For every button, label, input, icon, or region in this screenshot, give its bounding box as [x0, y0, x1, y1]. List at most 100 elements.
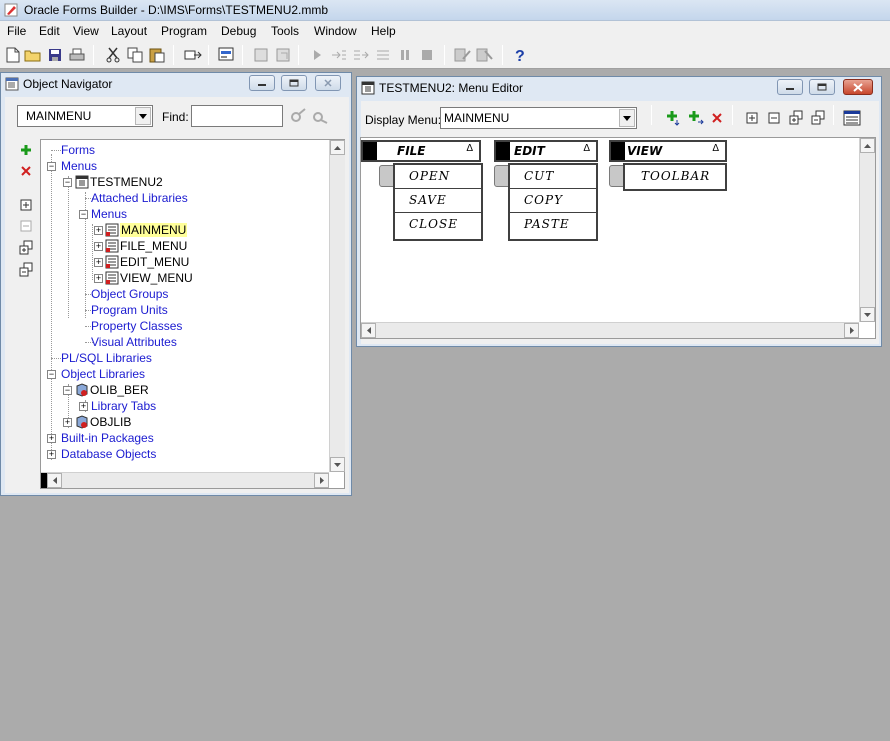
- disconnect-icon[interactable]: [476, 46, 494, 64]
- collapse-icon[interactable]: −: [79, 210, 88, 219]
- tree-menus-sub[interactable]: Menus: [91, 207, 127, 221]
- expand-all-icon[interactable]: [18, 240, 34, 256]
- minimize-button[interactable]: [777, 79, 803, 95]
- tree-file-menu[interactable]: FILE_MENU: [120, 239, 187, 253]
- tree-objlib[interactable]: OBJLIB: [90, 415, 131, 429]
- tree-menus[interactable]: Menus: [61, 159, 97, 173]
- print-icon[interactable]: [68, 46, 86, 64]
- menu-item-toolbar[interactable]: TOOLBAR: [625, 165, 725, 189]
- collapse-icon[interactable]: −: [47, 162, 56, 171]
- scroll-right-icon[interactable]: [314, 473, 329, 488]
- delete-icon[interactable]: [708, 109, 726, 127]
- scroll-down-icon[interactable]: [330, 457, 345, 472]
- canvas-vertical-scrollbar[interactable]: [859, 138, 875, 322]
- triangle-up-icon[interactable]: Δ: [466, 143, 473, 154]
- triangle-up-icon[interactable]: Δ: [712, 143, 719, 154]
- display-menu-combo[interactable]: MAINMENU: [440, 107, 637, 129]
- connect-icon[interactable]: [454, 46, 472, 64]
- paste-icon[interactable]: [148, 46, 166, 64]
- close-button-disabled[interactable]: [315, 75, 341, 91]
- switch-orientation-icon[interactable]: [843, 109, 861, 127]
- copy-icon[interactable]: [126, 46, 144, 64]
- scroll-left-icon[interactable]: [361, 323, 376, 338]
- tree-edit-menu[interactable]: EDIT_MENU: [120, 255, 189, 269]
- create-down-icon[interactable]: [665, 109, 683, 127]
- expand-icon[interactable]: +: [94, 258, 103, 267]
- run-web-icon[interactable]: [274, 46, 292, 64]
- tree-view-menu[interactable]: VIEW_MENU: [120, 271, 193, 285]
- tree-olib-ber[interactable]: OLIB_BER: [90, 383, 149, 397]
- expand-icon[interactable]: +: [47, 450, 56, 459]
- expand-icon[interactable]: +: [47, 434, 56, 443]
- tree-plsql-libraries[interactable]: PL/SQL Libraries: [61, 351, 152, 365]
- expand-icon[interactable]: +: [63, 418, 72, 427]
- triangle-up-icon[interactable]: Δ: [583, 143, 590, 154]
- menu-tools[interactable]: Tools: [270, 24, 300, 38]
- run-form-icon[interactable]: [218, 46, 236, 64]
- tree-horizontal-scrollbar[interactable]: [41, 472, 329, 488]
- find-input[interactable]: [191, 105, 283, 127]
- expand-icon[interactable]: +: [94, 226, 103, 235]
- tree-object-groups[interactable]: Object Groups: [91, 287, 168, 301]
- chevron-down-icon[interactable]: [135, 107, 151, 125]
- open-icon[interactable]: [24, 46, 42, 64]
- collapse-icon[interactable]: −: [47, 370, 56, 379]
- menu-header-view[interactable]: VIEW Δ: [609, 140, 727, 162]
- menu-edit[interactable]: Edit: [38, 24, 61, 38]
- menu-view[interactable]: View: [72, 24, 100, 38]
- menu-debug[interactable]: Debug: [220, 24, 257, 38]
- tree-database-objects[interactable]: Database Objects: [61, 447, 156, 461]
- collapse-icon[interactable]: [765, 109, 783, 127]
- menu-item-open[interactable]: OPEN: [395, 165, 481, 189]
- menu-header-file[interactable]: FILE Δ: [361, 140, 481, 162]
- collapse-all-icon[interactable]: [18, 262, 34, 278]
- tree-mainmenu[interactable]: MAINMENU: [120, 223, 188, 237]
- compile-icon[interactable]: [184, 46, 202, 64]
- scroll-up-icon[interactable]: [330, 140, 345, 155]
- expand-icon[interactable]: [743, 109, 761, 127]
- menu-file[interactable]: File: [6, 24, 27, 38]
- scroll-left-icon[interactable]: [47, 473, 62, 488]
- new-icon[interactable]: [4, 46, 22, 64]
- tree-vertical-scrollbar[interactable]: [329, 140, 345, 472]
- stop-icon[interactable]: [418, 46, 436, 64]
- tree-forms[interactable]: Forms: [61, 143, 95, 157]
- step-out-icon[interactable]: [352, 46, 370, 64]
- menu-item-save[interactable]: SAVE: [395, 189, 481, 213]
- menu-header-edit[interactable]: EDIT Δ: [494, 140, 598, 162]
- delete-icon[interactable]: [18, 163, 34, 179]
- expand-icon[interactable]: +: [79, 402, 88, 411]
- run-debug-icon[interactable]: [252, 46, 270, 64]
- step-over-icon[interactable]: [330, 46, 348, 64]
- step-icon[interactable]: [374, 46, 392, 64]
- chevron-down-icon[interactable]: [619, 109, 635, 127]
- expand-icon[interactable]: [18, 197, 34, 213]
- help-icon[interactable]: ?: [511, 46, 529, 64]
- tree-library-tabs[interactable]: Library Tabs: [91, 399, 156, 413]
- collapse-all-icon[interactable]: [809, 109, 827, 127]
- tree-visual-attributes[interactable]: Visual Attributes: [91, 335, 177, 349]
- step-into-icon[interactable]: [308, 46, 326, 64]
- close-button[interactable]: [843, 79, 873, 95]
- menu-help[interactable]: Help: [370, 24, 397, 38]
- menu-item-close[interactable]: CLOSE: [395, 213, 481, 237]
- tree-attached-libraries[interactable]: Attached Libraries: [91, 191, 188, 205]
- menu-item-paste[interactable]: PASTE: [510, 213, 596, 237]
- scroll-right-icon[interactable]: [844, 323, 859, 338]
- menu-layout[interactable]: Layout: [110, 24, 148, 38]
- save-icon[interactable]: [46, 46, 64, 64]
- collapse-icon[interactable]: −: [63, 178, 72, 187]
- expand-icon[interactable]: +: [94, 274, 103, 283]
- menu-window[interactable]: Window: [313, 24, 358, 38]
- create-right-icon[interactable]: [687, 109, 705, 127]
- maximize-button[interactable]: [809, 79, 835, 95]
- scroll-up-icon[interactable]: [860, 138, 875, 153]
- minimize-button[interactable]: [249, 75, 275, 91]
- menu-item-cut[interactable]: CUT: [510, 165, 596, 189]
- tree-builtin-packages[interactable]: Built-in Packages: [61, 431, 154, 445]
- cut-icon[interactable]: [104, 46, 122, 64]
- collapse-icon[interactable]: [18, 218, 34, 234]
- menu-program[interactable]: Program: [160, 24, 208, 38]
- find-next-icon[interactable]: [311, 107, 329, 125]
- pause-icon[interactable]: [396, 46, 414, 64]
